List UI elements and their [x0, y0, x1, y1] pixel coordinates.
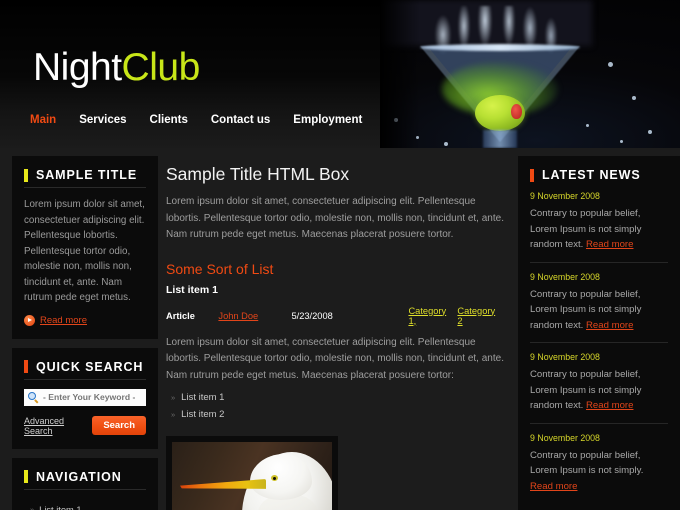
accent-bar-icon	[24, 470, 28, 483]
nav-item-main[interactable]: Main	[30, 114, 79, 126]
page-body: SAMPLE TITLE Lorem ipsum dolor sit amet,…	[0, 148, 680, 510]
droplet-icon	[586, 124, 589, 127]
search-actions: Advanced Search Search	[24, 416, 146, 436]
news-body: Contrary to popular belief, Lorem Ipsum …	[530, 287, 668, 334]
droplet-icon	[608, 62, 613, 67]
chevron-right-icon: »	[171, 393, 175, 402]
panel-header: NAVIGATION	[24, 470, 146, 484]
article-category-1-link[interactable]: Category 1,	[408, 306, 453, 326]
accent-bar-icon	[24, 168, 28, 182]
article-meta-row: Article John Doe 5/23/2008 Category 1, C…	[166, 306, 504, 326]
olive-pimento-icon	[511, 104, 522, 119]
search-field-wrapper[interactable]	[24, 388, 146, 406]
news-body: Contrary to popular belief, Lorem Ipsum …	[530, 448, 668, 495]
article-body: Lorem ipsum dolor sit amet, consectetuer…	[166, 336, 504, 381]
article-date: 5/23/2008	[291, 310, 333, 321]
egret-head	[250, 454, 312, 500]
logo-text-night: Night	[33, 46, 122, 89]
read-more-link[interactable]: Read more	[530, 481, 577, 492]
panel-header: SAMPLE TITLE	[24, 168, 146, 182]
nav-item-clients[interactable]: Clients	[150, 114, 211, 126]
news-date: 9 November 2008	[530, 191, 600, 201]
section-subtitle: Some Sort of List	[166, 260, 274, 277]
panel-quick-search: QUICK SEARCH Advanced Search Search	[12, 347, 158, 449]
droplet-icon	[620, 140, 623, 143]
nav-list-label: List item 1	[39, 504, 82, 510]
news-date: 9 November 2008	[530, 352, 600, 362]
page-title: Sample Title HTML Box	[166, 164, 350, 184]
panel-header: QUICK SEARCH	[24, 360, 146, 374]
divider	[24, 187, 146, 188]
hero-left-fade	[380, 0, 420, 148]
nav-item-services[interactable]: Services	[79, 114, 149, 126]
nav-item-employment[interactable]: Employment	[293, 114, 385, 126]
article-item-title: List item 1	[166, 283, 218, 296]
intro-paragraph: Lorem ipsum dolor sit amet, consectetuer…	[166, 196, 504, 240]
glass-rim	[420, 44, 580, 51]
nav-list-link[interactable]: » List item 1	[24, 499, 146, 510]
logo-text-club: Club	[121, 46, 201, 89]
news-item: 9 November 2008 Contrary to popular beli…	[530, 342, 668, 423]
search-input[interactable]	[40, 392, 143, 402]
droplet-icon	[648, 130, 652, 134]
list-item[interactable]: » List item 1	[24, 499, 146, 510]
list-item-label: List item 1	[181, 392, 225, 403]
news-item: 9 November 2008 Contrary to popular beli…	[530, 261, 668, 343]
list-item-label: List item 2	[181, 409, 225, 420]
news-item: 9 November 2008 Contrary to popular beli…	[530, 191, 668, 262]
panel-body-text: Lorem ipsum dolor sit amet, consectetuer…	[24, 199, 145, 303]
divider	[24, 378, 146, 380]
article-category-2-link[interactable]: Category 2	[457, 306, 500, 326]
panel-navigation: NAVIGATION »List item 1 »List item 3 »Li…	[12, 457, 158, 510]
site-logo[interactable]: NightClub	[33, 46, 200, 90]
read-more-link[interactable]: Read more	[586, 320, 633, 331]
panel-header: LATEST NEWS	[530, 168, 668, 182]
main-content: Sample Title HTML Box Lorem ipsum dolor …	[158, 148, 518, 510]
divider	[24, 488, 146, 490]
droplet-icon	[444, 142, 448, 146]
nav-item-contact-us[interactable]: Contact us	[211, 114, 293, 126]
news-date: 9 November 2008	[530, 432, 600, 443]
page-root: NightClub Main Services Clients Contact …	[0, 0, 680, 510]
chevron-right-icon: »	[30, 505, 34, 510]
advanced-search-link[interactable]: Advanced Search	[24, 416, 92, 436]
left-sidebar: SAMPLE TITLE Lorem ipsum dolor sit amet,…	[0, 148, 158, 510]
read-more-row[interactable]: Read more	[24, 314, 146, 326]
accent-bar-icon	[530, 168, 534, 182]
read-more-link[interactable]: Read more	[40, 315, 87, 326]
glass-stem	[483, 130, 517, 148]
right-sidebar: LATEST NEWS 9 November 2008 Contrary to …	[518, 148, 680, 510]
article-bullet-list: » List item 1 » List item 2	[166, 389, 504, 423]
list-item: » List item 1	[166, 389, 504, 406]
panel-sample-title-left: SAMPLE TITLE Lorem ipsum dolor sit amet,…	[12, 156, 158, 339]
top-navigation: Main Services Clients Contact us Employm…	[30, 114, 385, 126]
read-more-link[interactable]: Read more	[586, 239, 633, 250]
panel-title: LATEST NEWS	[542, 168, 641, 182]
article-type: Article	[166, 310, 195, 321]
magnifier-icon	[27, 391, 40, 404]
article-photo	[166, 436, 338, 510]
egret-eye	[271, 475, 278, 481]
news-text: Contrary to popular belief, Lorem Ipsum …	[530, 449, 644, 477]
news-date: 9 November 2008	[530, 271, 600, 282]
droplet-icon	[632, 96, 636, 100]
panel-latest-news: LATEST NEWS 9 November 2008 Contrary to …	[518, 156, 680, 510]
panel-title: QUICK SEARCH	[36, 359, 144, 374]
panel-title: SAMPLE TITLE	[36, 168, 138, 182]
site-header: NightClub Main Services Clients Contact …	[0, 0, 680, 148]
news-item: 9 November 2008 Contrary to popular beli…	[530, 422, 668, 504]
news-body: Contrary to popular belief, Lorem Ipsum …	[530, 206, 668, 253]
news-body: Contrary to popular belief, Lorem Ipsum …	[530, 367, 668, 414]
list-item: » List item 2	[166, 406, 504, 423]
navigation-list: »List item 1 »List item 3 »List item 4 »…	[24, 499, 146, 510]
panel-title: NAVIGATION	[36, 469, 122, 484]
read-more-link[interactable]: Read more	[586, 400, 633, 411]
article-author-link[interactable]: John Doe	[218, 311, 291, 321]
search-button[interactable]: Search	[92, 416, 146, 435]
hero-martini-image	[380, 0, 680, 148]
accent-bar-icon	[24, 360, 28, 373]
arrow-bullet-icon	[24, 314, 35, 326]
chevron-right-icon: »	[171, 410, 175, 419]
